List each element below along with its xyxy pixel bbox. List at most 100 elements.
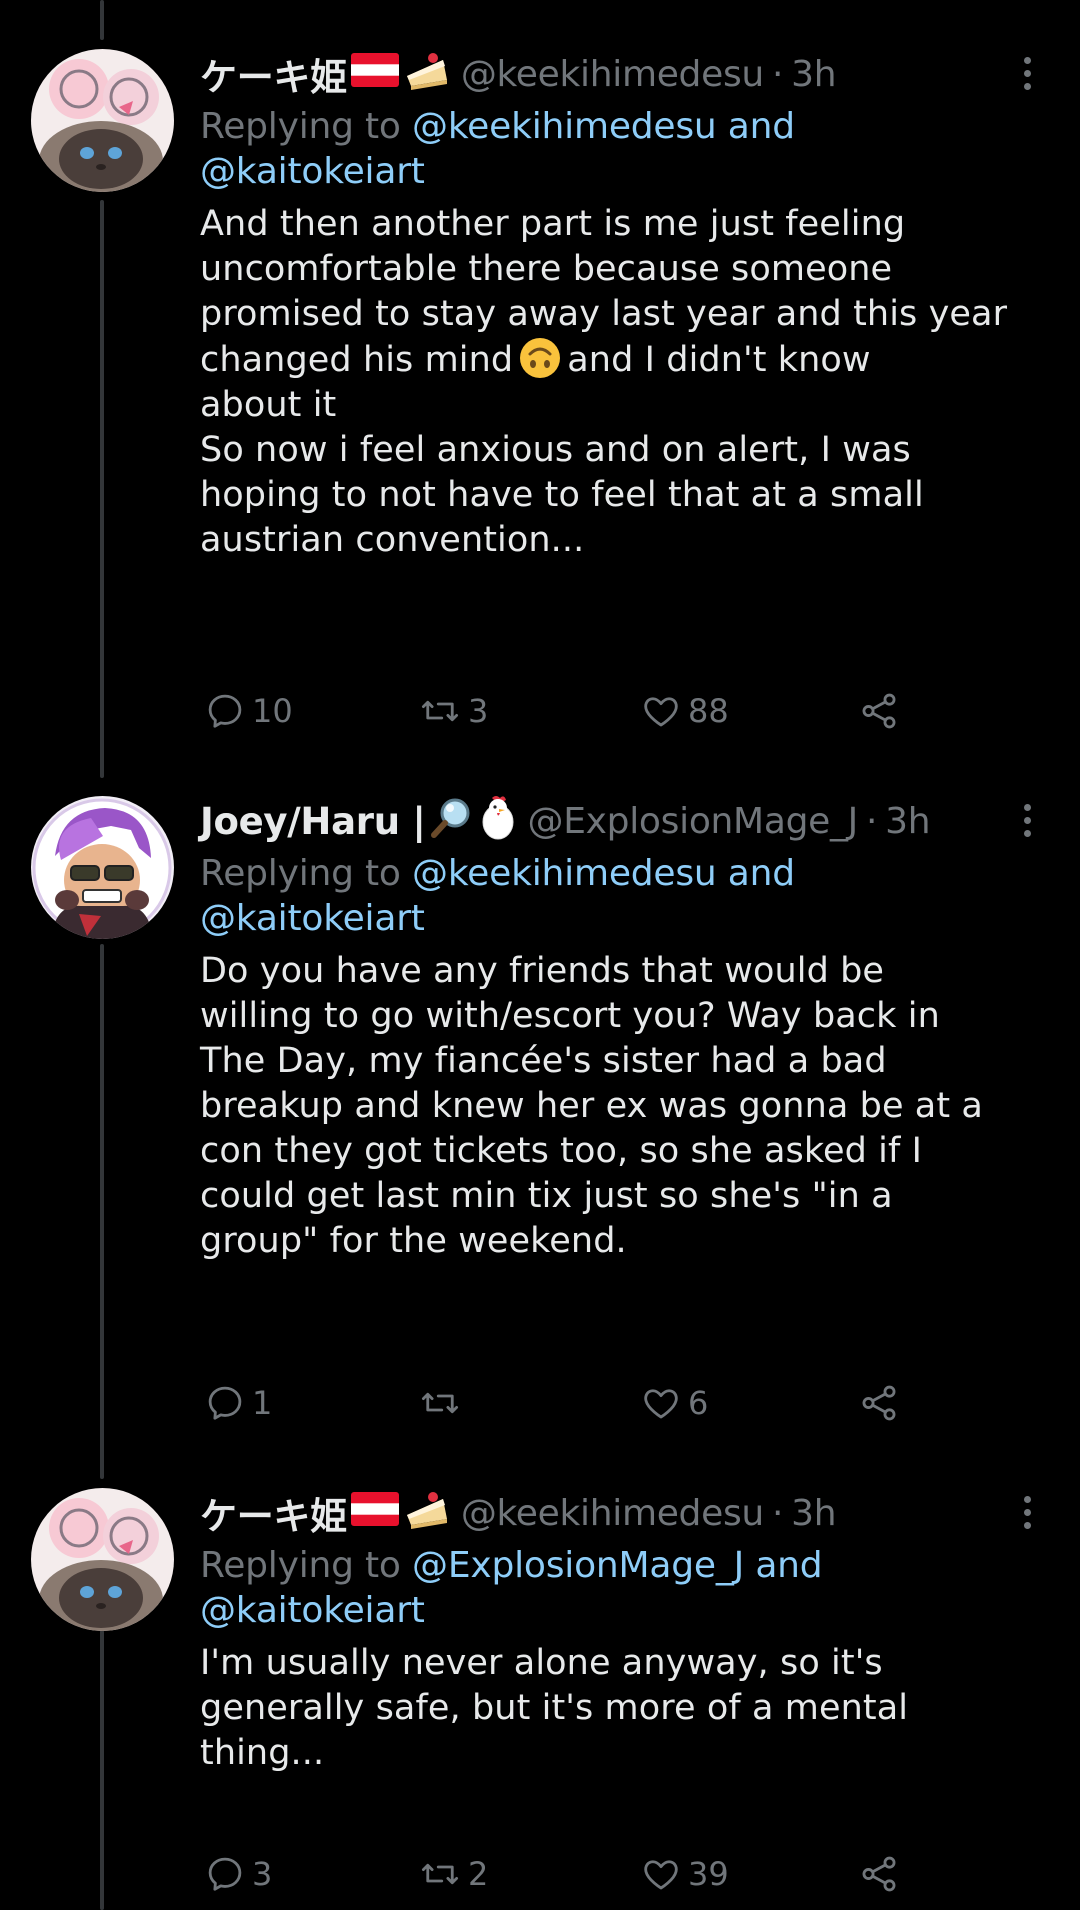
tweet-text-line: austrian convention... xyxy=(200,520,585,560)
tweet-text-line: So now i feel anxious and on alert, I wa… xyxy=(200,430,911,470)
reply-icon xyxy=(204,1853,246,1895)
share-button[interactable] xyxy=(858,1849,900,1899)
replying-to: Replying to @keekihimedesu and @kaitokei… xyxy=(200,851,1060,941)
avatar[interactable] xyxy=(31,49,174,192)
replying-link-1[interactable]: @ExplosionMage_J and xyxy=(412,1545,823,1586)
share-button[interactable] xyxy=(858,1378,900,1428)
more-icon[interactable] xyxy=(1012,795,1042,845)
replying-to: Replying to @ExplosionMage_J and @kaitok… xyxy=(200,1543,1060,1633)
tweet-content: ケーキ姫 @keekihimedesu · 3h Replyi xyxy=(200,1483,1060,1776)
separator-dot: · xyxy=(866,800,878,842)
share-icon xyxy=(858,1853,900,1895)
tweet-text-line: hoping to not have to feel that at a sma… xyxy=(200,475,924,515)
tweet-text-line: changed his mind and I didn't know xyxy=(200,337,1060,383)
handle[interactable]: @ExplosionMage_J xyxy=(528,801,859,842)
tweet-1-actions: 10 3 88 xyxy=(200,686,920,736)
timestamp[interactable]: 3h xyxy=(791,54,836,95)
like-button[interactable]: 39 xyxy=(640,1849,729,1899)
display-name[interactable]: Joey/Haru | xyxy=(200,800,426,843)
separator-dot: · xyxy=(771,53,784,95)
timestamp[interactable]: 3h xyxy=(885,801,930,842)
reply-count: 3 xyxy=(252,1855,273,1893)
tweet-text-line: And then another part is me just feeling xyxy=(200,204,906,244)
avatar[interactable] xyxy=(31,796,174,939)
more-icon[interactable] xyxy=(1012,1487,1042,1537)
tweet-text: Do you have any friends that would be wi… xyxy=(200,949,1060,1264)
cake-icon xyxy=(403,50,451,99)
replying-link-1[interactable]: @keekihimedesu and xyxy=(412,106,795,147)
tweet-text: And then another part is me just feeling… xyxy=(200,202,1060,563)
like-button[interactable]: 88 xyxy=(640,686,729,736)
tweet-text-segment: changed his mind xyxy=(200,340,514,380)
tweet-text-line: breakup and knew her ex was gonna be at … xyxy=(200,1086,983,1126)
replying-link-2[interactable]: @kaitokeiart xyxy=(200,1590,425,1631)
replying-prefix: Replying to xyxy=(200,853,413,894)
upside-down-face-icon xyxy=(519,337,561,379)
replying-prefix: Replying to xyxy=(200,106,413,147)
replying-link-2[interactable]: @kaitokeiart xyxy=(200,151,425,192)
retweet-count: 3 xyxy=(468,692,489,730)
replying-link-2[interactable]: @kaitokeiart xyxy=(200,898,425,939)
retweet-icon xyxy=(418,690,462,732)
share-icon xyxy=(858,1382,900,1424)
reply-button[interactable]: 3 xyxy=(204,1849,272,1899)
reply-icon xyxy=(204,1382,246,1424)
handle[interactable]: @keekihimedesu xyxy=(461,1493,764,1534)
cake-icon xyxy=(403,1489,451,1538)
tweet-text-line: willing to go with/escort you? Way back … xyxy=(200,996,940,1036)
like-button[interactable]: 6 xyxy=(640,1378,708,1428)
tweet-text-segment: and I didn't know xyxy=(567,340,871,380)
tweet-text: I'm usually never alone anyway, so it's … xyxy=(200,1641,1060,1776)
tweet-text-line: con they got tickets too, so she asked i… xyxy=(200,1131,923,1171)
like-count: 6 xyxy=(688,1384,709,1422)
tweet-content: ケーキ姫 @keekihimedesu · 3h Replyi xyxy=(200,44,1060,563)
like-icon xyxy=(640,690,682,732)
tweet-text-line: generally safe, but it's more of a menta… xyxy=(200,1688,909,1728)
tweet-text-line: thing... xyxy=(200,1733,325,1773)
reply-button[interactable]: 10 xyxy=(204,686,293,736)
magnifier-icon xyxy=(430,795,474,848)
retweet-icon xyxy=(418,1382,462,1424)
tweet-header: Joey/Haru | @ExplosionMage_J · 3h xyxy=(200,791,1060,851)
retweet-button[interactable] xyxy=(418,1378,468,1428)
retweet-icon xyxy=(418,1853,462,1895)
timestamp[interactable]: 3h xyxy=(791,1493,836,1534)
chicken-icon xyxy=(478,794,518,849)
tweet-text-line: Do you have any friends that would be xyxy=(200,951,885,991)
replying-link-1[interactable]: @keekihimedesu and xyxy=(412,853,795,894)
tweet-header: ケーキ姫 @keekihimedesu · 3h xyxy=(200,44,1060,104)
thread-line-1 xyxy=(100,200,104,778)
tweet-text-line: uncomfortable there because someone xyxy=(200,249,893,289)
separator-dot: · xyxy=(771,1492,784,1534)
share-button[interactable] xyxy=(858,686,900,736)
display-name[interactable]: ケーキ姫 xyxy=(200,47,347,101)
tweet-header: ケーキ姫 @keekihimedesu · 3h xyxy=(200,1483,1060,1543)
more-icon[interactable] xyxy=(1012,48,1042,98)
replying-to: Replying to @keekihimedesu and @kaitokei… xyxy=(200,104,1060,194)
reply-button[interactable]: 1 xyxy=(204,1378,272,1428)
retweet-button[interactable]: 2 xyxy=(418,1849,488,1899)
thread-line-3 xyxy=(100,1630,104,1910)
share-icon xyxy=(858,690,900,732)
retweet-button[interactable]: 3 xyxy=(418,686,488,736)
like-icon xyxy=(640,1853,682,1895)
tweet-text-line: about it xyxy=(200,385,337,425)
reply-count: 1 xyxy=(252,1384,273,1422)
tweet-3-actions: 3 2 39 xyxy=(200,1849,920,1899)
thread-line-top xyxy=(100,0,104,40)
austria-flag-icon xyxy=(350,52,399,96)
display-name[interactable]: ケーキ姫 xyxy=(200,1486,347,1540)
retweet-count: 2 xyxy=(468,1855,489,1893)
austria-flag-icon xyxy=(350,1491,399,1535)
replying-prefix: Replying to xyxy=(200,1545,413,1586)
reply-icon xyxy=(204,690,246,732)
avatar[interactable] xyxy=(31,1488,174,1631)
like-count: 88 xyxy=(688,692,729,730)
tweet-text-line: promised to stay away last year and this… xyxy=(200,294,1008,334)
reply-count: 10 xyxy=(252,692,293,730)
tweet-text-line: group" for the weekend. xyxy=(200,1221,627,1261)
like-icon xyxy=(640,1382,682,1424)
tweet-text-line: The Day, my fiancée's sister had a bad xyxy=(200,1041,887,1081)
handle[interactable]: @keekihimedesu xyxy=(461,54,764,95)
like-count: 39 xyxy=(688,1855,729,1893)
